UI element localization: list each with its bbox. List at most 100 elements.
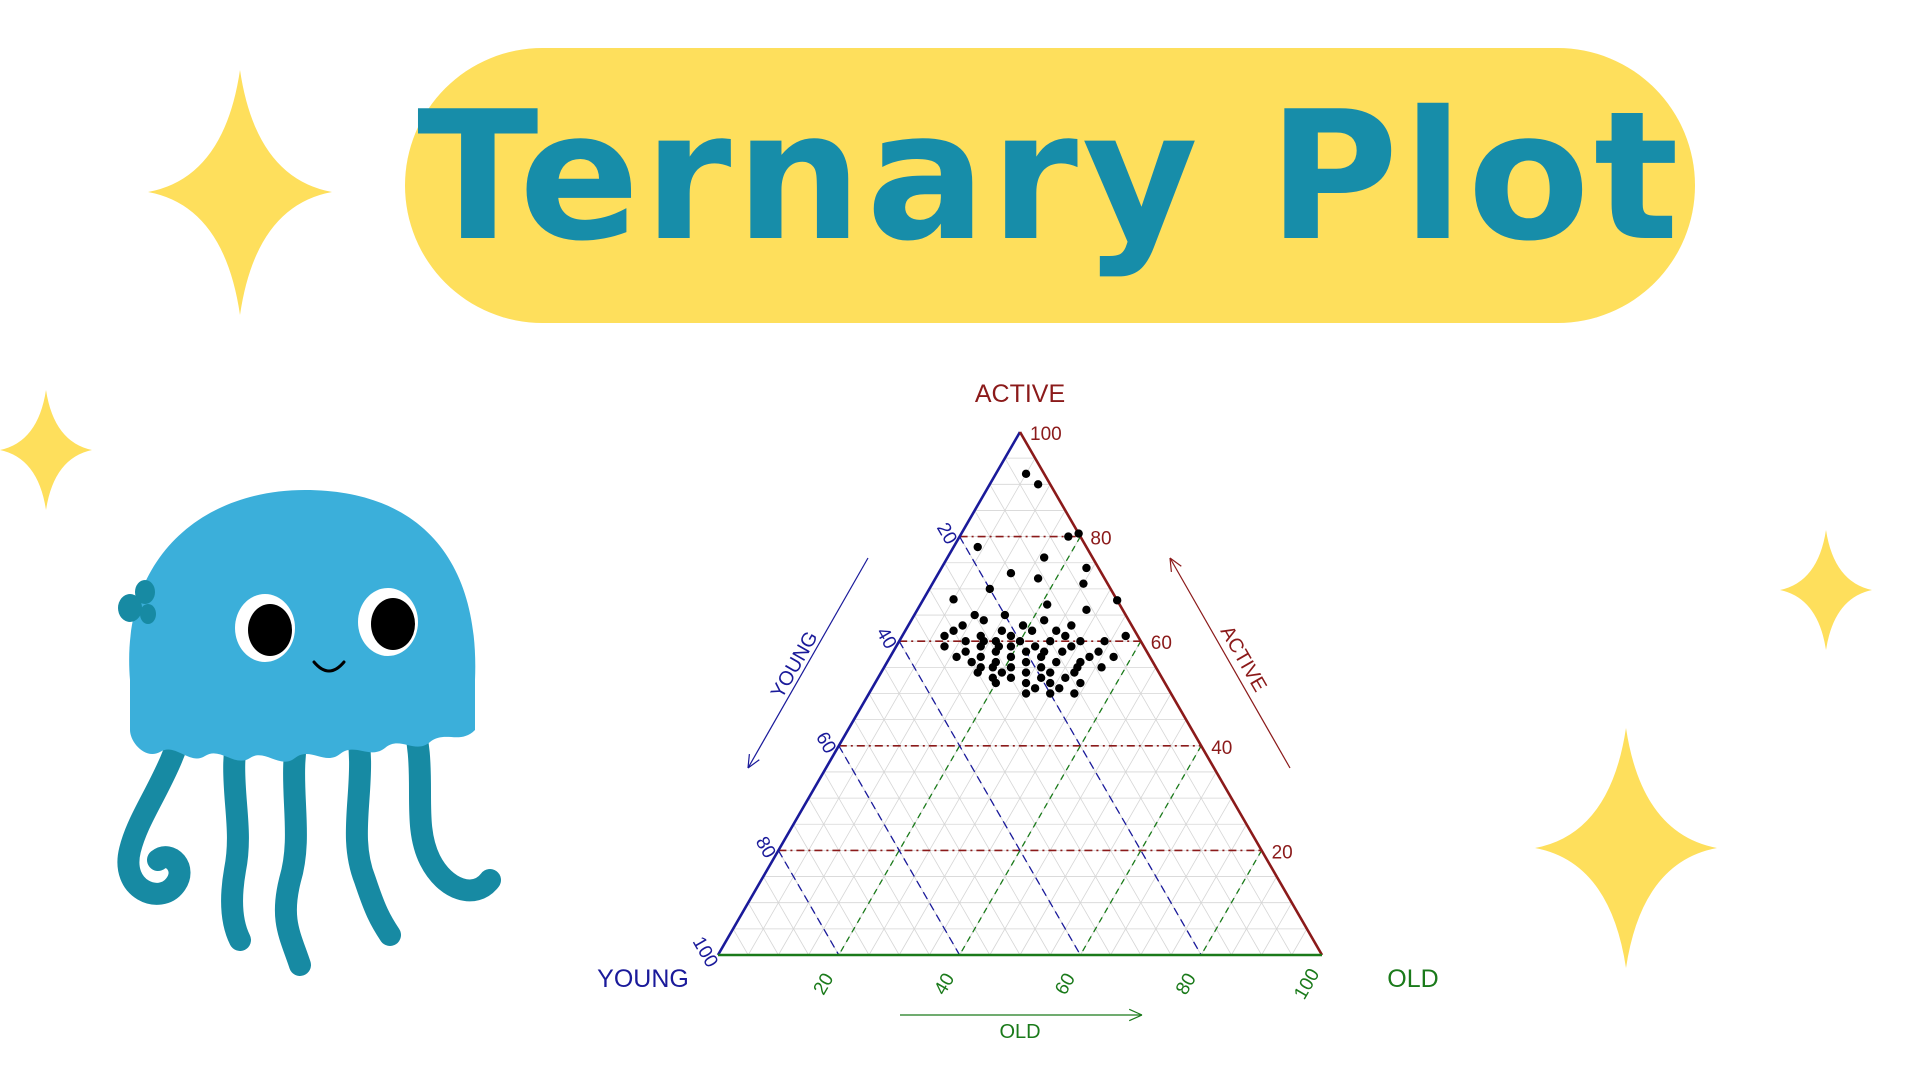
data-point xyxy=(1046,637,1055,646)
data-point xyxy=(979,637,988,646)
tick-label-active: 20 xyxy=(1272,842,1293,863)
grid-line-old xyxy=(1291,928,1308,956)
data-point xyxy=(1021,647,1031,656)
data-point xyxy=(1030,642,1040,651)
data-point xyxy=(1061,673,1070,683)
data-point xyxy=(961,647,970,656)
grid-line-young xyxy=(944,562,1172,956)
data-point xyxy=(1070,668,1079,677)
axis-arrow-old xyxy=(900,1008,1143,1022)
data-point xyxy=(1018,621,1028,630)
data-point xyxy=(1074,529,1083,538)
data-point xyxy=(985,584,994,594)
corner-label-active: ACTIVE xyxy=(975,380,1065,408)
data-point xyxy=(1033,480,1043,489)
grid-line-young xyxy=(762,876,809,956)
data-point xyxy=(1082,563,1091,573)
axis-arrow-active xyxy=(1169,557,1291,769)
data-point xyxy=(1021,689,1031,698)
data-point xyxy=(979,616,988,625)
data-point xyxy=(988,673,998,683)
data-point xyxy=(952,652,961,662)
data-point xyxy=(940,642,949,651)
data-point xyxy=(1112,596,1122,605)
tick-label-active: 100 xyxy=(1030,424,1062,445)
data-point xyxy=(1006,663,1016,672)
data-point xyxy=(1052,626,1061,635)
data-point xyxy=(1100,637,1109,646)
data-point xyxy=(1046,678,1055,688)
tick-label-active: 40 xyxy=(1211,738,1232,759)
data-point xyxy=(973,542,982,552)
data-point xyxy=(1006,642,1016,651)
tick-label-active: 60 xyxy=(1151,633,1172,654)
data-point xyxy=(1076,678,1085,688)
corner-label-young: YOUNG xyxy=(597,965,689,993)
data-point xyxy=(1055,684,1064,693)
tick-label-old: 80 xyxy=(1172,970,1201,999)
data-point xyxy=(1061,631,1070,641)
data-point xyxy=(1076,637,1085,646)
data-point xyxy=(997,626,1007,635)
data-point xyxy=(958,621,967,630)
grid-line-young xyxy=(853,719,991,956)
grid-line-old xyxy=(747,457,1036,956)
tick-label-old: 60 xyxy=(1051,970,1080,999)
data-point xyxy=(1021,678,1031,688)
tick-label-active: 80 xyxy=(1090,529,1111,550)
grid-line-young xyxy=(1004,457,1293,956)
chart-grid xyxy=(732,457,1308,956)
data-point xyxy=(1039,616,1049,625)
data-point xyxy=(1015,637,1025,646)
data-point xyxy=(1027,626,1037,635)
data-point xyxy=(1006,673,1016,683)
data-point xyxy=(1039,647,1049,656)
data-point xyxy=(1036,663,1046,672)
axis-title-active: ACTIVE xyxy=(1216,622,1271,696)
data-point xyxy=(1082,605,1091,615)
data-point xyxy=(940,631,949,641)
data-point xyxy=(1109,652,1118,662)
data-point xyxy=(1021,668,1031,677)
grid-line-young xyxy=(793,824,870,956)
tick-label-old: 100 xyxy=(1290,965,1324,1003)
grid-line-old xyxy=(1049,719,1187,956)
grid-line-old xyxy=(1231,876,1278,956)
grid-line-old xyxy=(1110,771,1217,956)
data-point xyxy=(949,595,958,604)
data-point xyxy=(1030,684,1040,693)
data-point xyxy=(994,642,1004,651)
data-point xyxy=(1094,647,1103,656)
tick-label-young: 100 xyxy=(688,933,722,971)
data-point xyxy=(1006,652,1016,662)
chart-frame xyxy=(716,431,1324,1022)
data-point xyxy=(1064,532,1073,541)
grid-line-old xyxy=(989,667,1157,956)
data-point xyxy=(1052,657,1061,667)
chart-points xyxy=(940,469,1130,698)
data-point xyxy=(976,652,985,662)
data-point xyxy=(1036,673,1046,683)
grid-line-young xyxy=(823,771,930,956)
data-point xyxy=(1076,657,1085,667)
axis-title-old: OLD xyxy=(999,1021,1040,1043)
data-point xyxy=(1085,652,1094,662)
data-point xyxy=(973,668,982,677)
data-point xyxy=(988,663,998,672)
corner-label-old: OLD xyxy=(1387,965,1438,993)
ternary-chart: 202020404040606060808080100100100 ACTIVE… xyxy=(597,380,1439,1043)
grid-line-old xyxy=(929,614,1127,956)
data-point xyxy=(1079,579,1088,588)
data-point xyxy=(1033,574,1043,583)
data-point xyxy=(1006,569,1016,578)
data-point xyxy=(1039,553,1049,562)
grid-line-old xyxy=(1170,824,1247,956)
tick-label-old: 40 xyxy=(930,970,959,999)
data-point xyxy=(1097,663,1106,672)
grid-line-young xyxy=(883,667,1051,956)
data-point xyxy=(967,657,976,667)
tick-label-old: 20 xyxy=(810,970,839,999)
data-point xyxy=(1000,610,1010,620)
data-point xyxy=(1070,689,1079,698)
data-point xyxy=(997,668,1007,677)
